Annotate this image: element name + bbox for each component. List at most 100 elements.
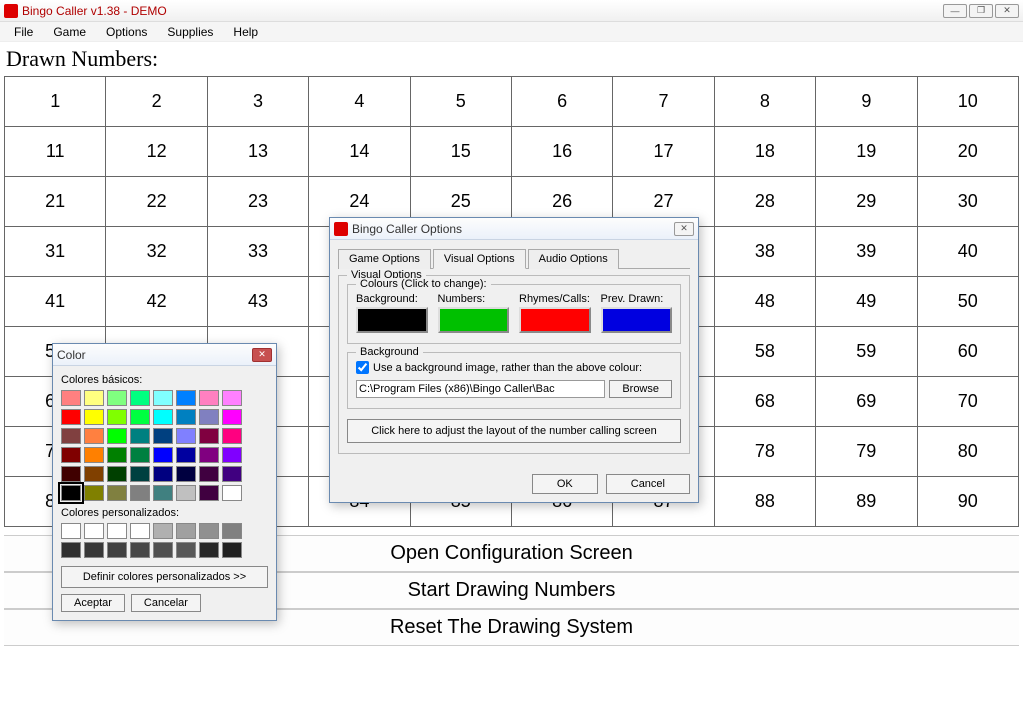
- basic-color-swatch[interactable]: [107, 428, 127, 444]
- basic-color-swatch[interactable]: [199, 447, 219, 463]
- color-cancel-button[interactable]: Cancelar: [131, 594, 201, 612]
- number-cell: 40: [917, 227, 1018, 277]
- number-cell: 41: [5, 277, 106, 327]
- basic-color-swatch[interactable]: [107, 447, 127, 463]
- custom-color-swatch[interactable]: [84, 542, 104, 558]
- basic-color-swatch[interactable]: [130, 466, 150, 482]
- options-ok-button[interactable]: OK: [532, 474, 598, 494]
- basic-color-swatch[interactable]: [61, 390, 81, 406]
- basic-color-swatch[interactable]: [130, 447, 150, 463]
- custom-color-swatch[interactable]: [61, 542, 81, 558]
- menu-file[interactable]: File: [4, 23, 43, 41]
- basic-color-swatch[interactable]: [176, 390, 196, 406]
- basic-color-swatch[interactable]: [199, 428, 219, 444]
- basic-color-swatch[interactable]: [222, 447, 242, 463]
- custom-color-swatch[interactable]: [130, 542, 150, 558]
- menu-help[interactable]: Help: [223, 23, 268, 41]
- adjust-layout-button[interactable]: Click here to adjust the layout of the n…: [347, 419, 681, 443]
- basic-color-swatch[interactable]: [153, 485, 173, 501]
- basic-color-swatch[interactable]: [153, 409, 173, 425]
- custom-color-swatch[interactable]: [153, 523, 173, 539]
- basic-color-swatch[interactable]: [153, 428, 173, 444]
- custom-color-swatch[interactable]: [176, 542, 196, 558]
- basic-color-swatch[interactable]: [176, 428, 196, 444]
- basic-color-swatch[interactable]: [130, 428, 150, 444]
- menu-game[interactable]: Game: [43, 23, 96, 41]
- basic-color-swatch[interactable]: [107, 466, 127, 482]
- number-cell: 6: [511, 77, 612, 127]
- close-button[interactable]: ✕: [995, 4, 1019, 18]
- prev-drawn-colour-button[interactable]: [601, 307, 673, 333]
- basic-color-swatch[interactable]: [199, 390, 219, 406]
- drawn-numbers-label: Drawn Numbers:: [4, 44, 1019, 76]
- custom-color-swatch[interactable]: [130, 523, 150, 539]
- custom-color-swatch[interactable]: [222, 542, 242, 558]
- number-cell: 59: [816, 327, 917, 377]
- basic-color-swatch[interactable]: [84, 447, 104, 463]
- basic-color-swatch[interactable]: [107, 390, 127, 406]
- basic-color-swatch[interactable]: [84, 466, 104, 482]
- basic-color-swatch[interactable]: [61, 466, 81, 482]
- custom-color-swatch[interactable]: [153, 542, 173, 558]
- basic-color-swatch[interactable]: [222, 466, 242, 482]
- menu-options[interactable]: Options: [96, 23, 157, 41]
- tab-game-options[interactable]: Game Options: [338, 249, 431, 269]
- basic-color-swatch[interactable]: [130, 485, 150, 501]
- basic-color-swatch[interactable]: [222, 390, 242, 406]
- basic-color-swatch[interactable]: [61, 447, 81, 463]
- use-bg-image-checkbox[interactable]: [356, 361, 369, 374]
- prev-drawn-colour-label: Prev. Drawn:: [601, 293, 673, 305]
- define-custom-colors-button[interactable]: Definir colores personalizados >>: [61, 566, 268, 588]
- basic-color-swatch[interactable]: [176, 447, 196, 463]
- browse-button[interactable]: Browse: [609, 380, 672, 398]
- number-cell: 22: [106, 177, 207, 227]
- menu-supplies[interactable]: Supplies: [157, 23, 223, 41]
- basic-color-swatch[interactable]: [107, 485, 127, 501]
- basic-color-swatch[interactable]: [84, 390, 104, 406]
- basic-color-swatch[interactable]: [61, 485, 81, 501]
- bg-path-input[interactable]: [356, 380, 605, 398]
- basic-color-swatch[interactable]: [130, 390, 150, 406]
- basic-color-swatch[interactable]: [222, 409, 242, 425]
- basic-color-swatch[interactable]: [153, 466, 173, 482]
- number-cell: 50: [917, 277, 1018, 327]
- basic-color-swatch[interactable]: [176, 485, 196, 501]
- basic-color-swatch[interactable]: [61, 409, 81, 425]
- basic-color-swatch[interactable]: [61, 428, 81, 444]
- custom-color-swatch[interactable]: [199, 542, 219, 558]
- rhymes-colour-button[interactable]: [519, 307, 591, 333]
- basic-color-swatch[interactable]: [222, 428, 242, 444]
- custom-color-swatch[interactable]: [176, 523, 196, 539]
- color-accept-button[interactable]: Aceptar: [61, 594, 125, 612]
- options-close-button[interactable]: ✕: [674, 222, 694, 236]
- number-cell: 15: [410, 127, 511, 177]
- custom-color-swatch[interactable]: [107, 542, 127, 558]
- background-colour-button[interactable]: [356, 307, 428, 333]
- basic-color-swatch[interactable]: [153, 390, 173, 406]
- maximize-button[interactable]: ❐: [969, 4, 993, 18]
- basic-color-swatch[interactable]: [84, 485, 104, 501]
- basic-color-swatch[interactable]: [153, 447, 173, 463]
- basic-color-swatch[interactable]: [176, 409, 196, 425]
- custom-color-swatch[interactable]: [199, 523, 219, 539]
- basic-color-swatch[interactable]: [176, 466, 196, 482]
- basic-color-swatch[interactable]: [130, 409, 150, 425]
- basic-color-swatch[interactable]: [84, 409, 104, 425]
- basic-color-swatch[interactable]: [199, 485, 219, 501]
- minimize-button[interactable]: —: [943, 4, 967, 18]
- custom-color-swatch[interactable]: [107, 523, 127, 539]
- background-legend: Background: [356, 346, 423, 358]
- custom-color-swatch[interactable]: [61, 523, 81, 539]
- numbers-colour-button[interactable]: [438, 307, 510, 333]
- basic-color-swatch[interactable]: [199, 466, 219, 482]
- custom-color-swatch[interactable]: [84, 523, 104, 539]
- options-cancel-button[interactable]: Cancel: [606, 474, 690, 494]
- custom-color-swatch[interactable]: [222, 523, 242, 539]
- basic-color-swatch[interactable]: [84, 428, 104, 444]
- color-close-button[interactable]: ✕: [252, 348, 272, 362]
- basic-color-swatch[interactable]: [107, 409, 127, 425]
- basic-color-swatch[interactable]: [199, 409, 219, 425]
- tab-visual-options[interactable]: Visual Options: [433, 249, 526, 269]
- basic-color-swatch[interactable]: [222, 485, 242, 501]
- tab-audio-options[interactable]: Audio Options: [528, 249, 619, 269]
